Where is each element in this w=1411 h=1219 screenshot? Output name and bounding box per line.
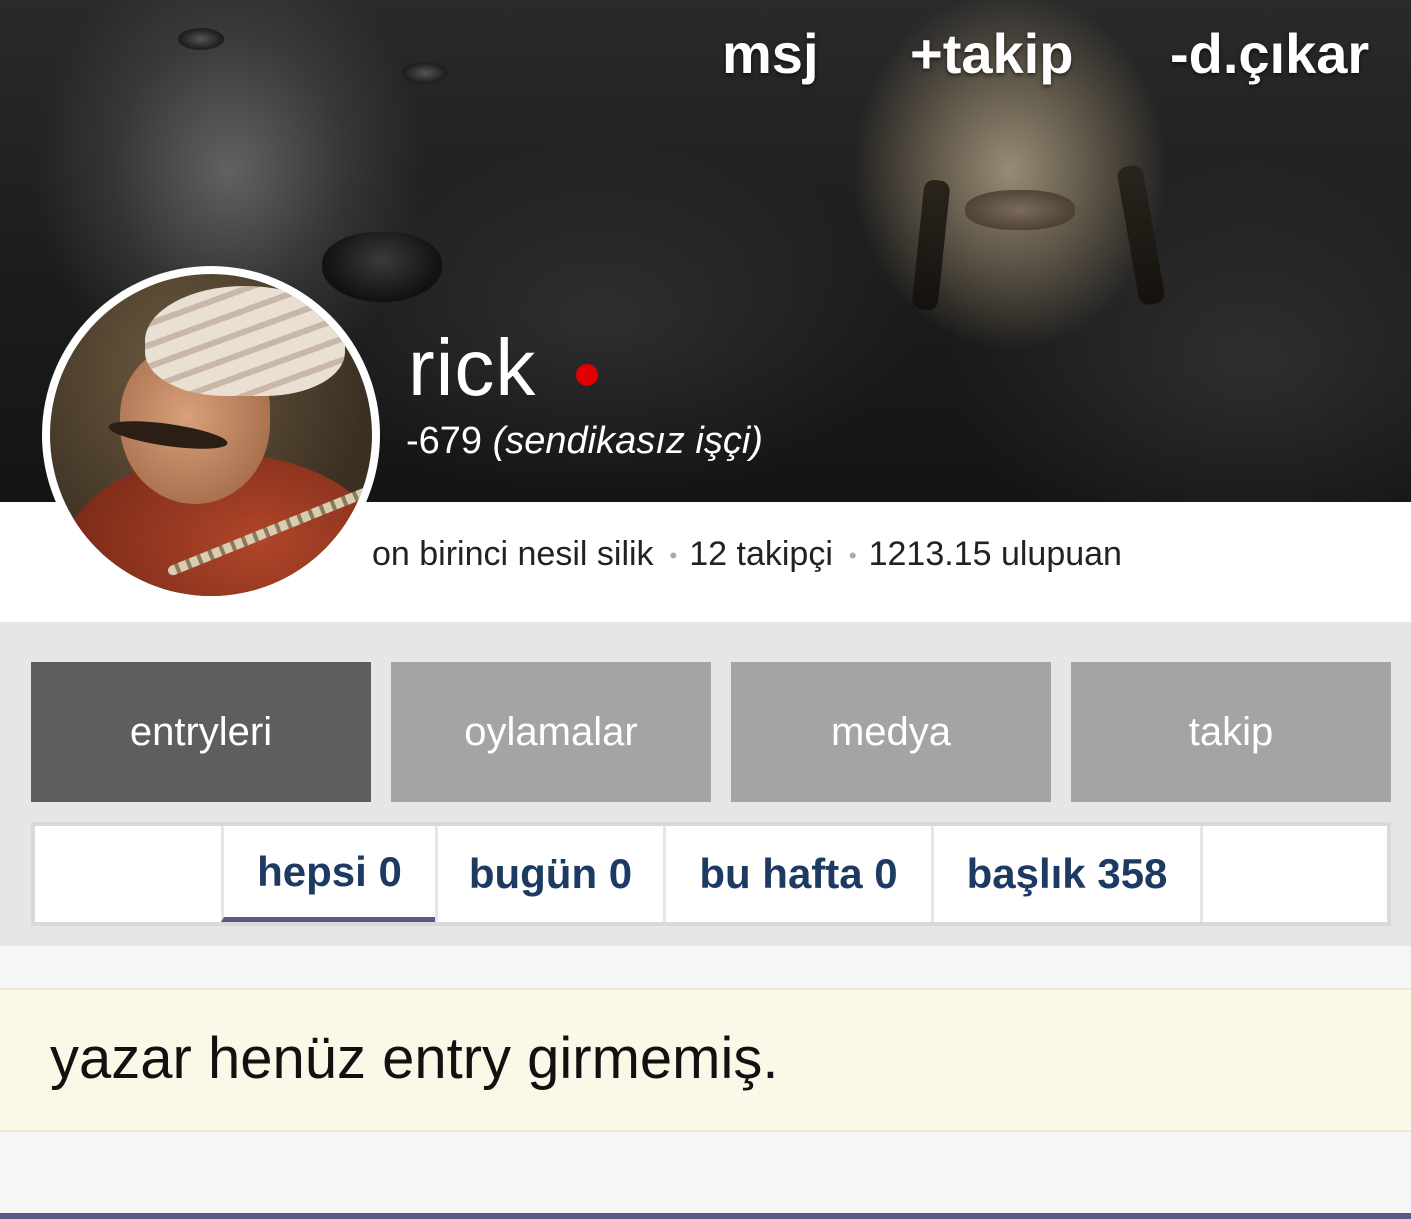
subtab-hepsi[interactable]: hepsi 0: [221, 826, 435, 922]
tab-entryleri[interactable]: entryleri: [31, 662, 371, 802]
cover-beard-left: [911, 178, 951, 312]
generation-label: on birinci nesil silik: [372, 535, 654, 573]
subtab-baslik[interactable]: başlık 358: [931, 826, 1203, 922]
profile-tabs-area: entryleri oylamalar medya takip hepsi 0 …: [0, 622, 1411, 946]
profile-stats: on birinci nesil silik • 12 takipçi • 1213.1…: [372, 532, 1122, 578]
tab-oylamalar[interactable]: oylamalar: [391, 662, 711, 802]
subtab-bugun[interactable]: bugün 0: [435, 826, 663, 922]
empty-state-text: yazar henüz entry girmemiş.: [50, 1026, 779, 1091]
avatar-image: [50, 274, 372, 596]
bottom-divider: [0, 1213, 1411, 1219]
message-button[interactable]: msj: [722, 18, 819, 90]
karma-title: (sendikasız işçi): [492, 420, 763, 462]
separator-dot-icon: •: [669, 543, 678, 569]
karma-score: -679: [406, 420, 483, 462]
cover-beard-right: [1116, 163, 1166, 307]
followers-count[interactable]: 12 takipçi: [689, 535, 833, 573]
tab-takip[interactable]: takip: [1071, 662, 1391, 802]
separator-dot-icon: •: [848, 543, 857, 569]
points-count: 1213.15 ulupuan: [868, 535, 1122, 573]
cover-face-mouth: [965, 190, 1075, 230]
subtab-bu-hafta[interactable]: bu hafta 0: [663, 826, 931, 922]
online-status-icon: [576, 364, 598, 386]
follow-button[interactable]: +takip: [910, 18, 1073, 90]
username: rick: [408, 323, 537, 412]
avatar[interactable]: [42, 266, 380, 604]
karma-info: -679 (sendikasız işçi): [406, 418, 763, 464]
cover-wolf-nose: [322, 232, 442, 302]
block-button[interactable]: -d.çıkar: [1170, 18, 1369, 90]
tab-medya[interactable]: medya: [731, 662, 1051, 802]
empty-state-notice: yazar henüz entry girmemiş.: [0, 988, 1411, 1132]
profile-actions: msj +takip -d.çıkar: [0, 18, 1411, 98]
entry-filter-tabs: hepsi 0 bugün 0 bu hafta 0 başlık 358: [31, 822, 1391, 926]
